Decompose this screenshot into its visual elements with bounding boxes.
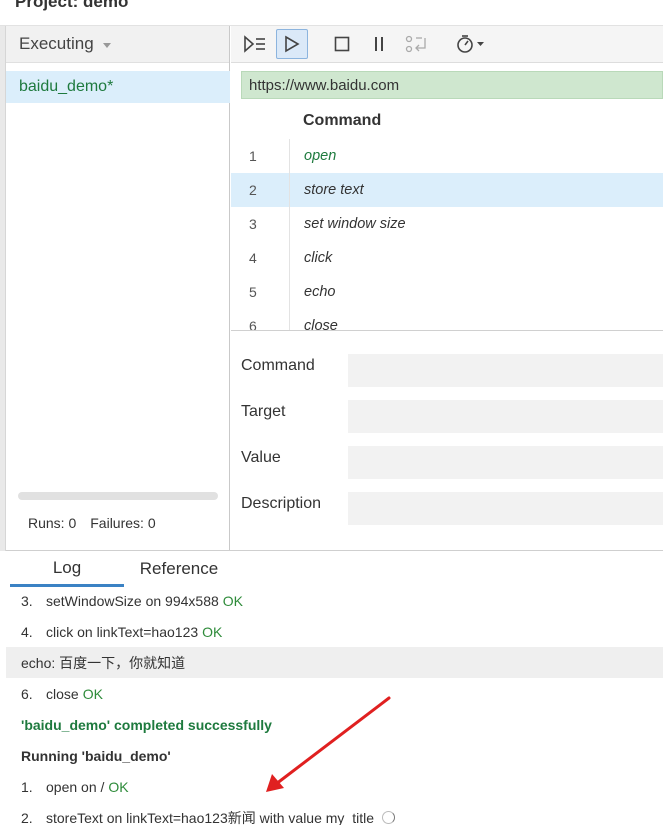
log-entry-text: open on / (46, 778, 105, 795)
step-icon (405, 35, 426, 53)
log-list: 3. setWindowSize on 994x588 OK 4. click … (6, 585, 663, 825)
value-field[interactable] (348, 446, 663, 479)
console-panel: Log Reference 3. setWindowSize on 994x58… (6, 550, 663, 825)
command-row-name: close (304, 318, 338, 330)
command-row[interactable]: 2 store text (231, 173, 663, 207)
suite-dropdown-label: Executing (19, 34, 94, 53)
test-editor: https://www.baidu.com Command 1 open 2 s… (231, 26, 663, 551)
target-field-label: Target (241, 403, 286, 420)
log-success-message: 'baidu_demo' completed successfully (6, 709, 663, 740)
log-entry-status: OK (202, 623, 223, 640)
timer-icon (457, 35, 484, 53)
run-stats: Runs: 0 Failures: 0 (28, 515, 156, 531)
command-row-number: 4 (231, 241, 290, 275)
base-url-input[interactable]: https://www.baidu.com (241, 71, 663, 99)
command-table-divider (231, 330, 663, 331)
stop-icon (334, 36, 350, 52)
log-entry: 4. click on linkText=hao123 OK (6, 616, 663, 647)
run-current-button[interactable] (276, 29, 308, 59)
log-running-message: Running 'baidu_demo' (6, 740, 663, 771)
test-suite-panel: Executing baidu_demo* Runs: 0 Failures: … (6, 26, 230, 551)
tab-reference[interactable]: Reference (124, 551, 234, 587)
suite-dropdown[interactable]: Executing (6, 26, 229, 63)
target-field[interactable] (348, 400, 663, 433)
project-header: Project: demo (0, 0, 663, 26)
suite-scrollbar[interactable] (18, 492, 218, 500)
pause-button[interactable] (363, 29, 395, 59)
log-entry-text: close (46, 685, 79, 702)
log-entry-text: echo: 百度一下，你就知道 (21, 654, 186, 671)
loading-spinner-icon (382, 811, 395, 824)
log-entry-text: storeText on linkText=hao123新闻 with valu… (46, 809, 374, 825)
command-row-name: set window size (304, 216, 406, 232)
log-entry-status: OK (108, 778, 129, 795)
description-field-label: Description (241, 495, 322, 512)
command-row[interactable]: 5 echo (231, 275, 663, 309)
command-row[interactable]: 6 close (231, 309, 663, 330)
log-entry-index: 2. (21, 809, 33, 825)
command-row[interactable]: 3 set window size (231, 207, 663, 241)
command-row-name: store text (304, 182, 364, 198)
log-entry-index: 4. (21, 623, 33, 640)
log-entry: 1. open on / OK (6, 771, 663, 802)
stop-button[interactable] (326, 29, 358, 59)
command-row-number: 6 (231, 309, 290, 330)
log-entry: 2. storeText on linkText=hao123新闻 with v… (6, 802, 663, 825)
log-entry-index: 1. (21, 778, 33, 795)
log-entry-status: OK (82, 685, 103, 702)
console-tabs: Log Reference (10, 551, 234, 587)
log-entry-index: 6. (21, 685, 33, 702)
chevron-down-icon (102, 42, 111, 48)
command-row-name: echo (304, 284, 336, 300)
log-entry-text: 'baidu_demo' completed successfully (21, 716, 272, 733)
command-field[interactable] (348, 354, 663, 387)
project-title: Project: demo (15, 0, 129, 11)
step-over-button[interactable] (400, 29, 432, 59)
command-field-label: Command (241, 357, 315, 374)
runs-count: Runs: 0 (28, 515, 77, 531)
run-all-icon (244, 35, 265, 53)
run-all-button[interactable] (239, 29, 271, 59)
command-row-number: 1 (231, 139, 290, 173)
pause-icon (375, 37, 383, 51)
log-entry-text: click on linkText=hao123 (46, 623, 199, 640)
description-field[interactable] (348, 492, 663, 525)
toolbar (231, 26, 663, 63)
tab-log[interactable]: Log (10, 551, 124, 587)
log-entry-text: setWindowSize on 994x588 (46, 592, 219, 609)
command-row-name: click (304, 250, 333, 266)
run-icon (285, 35, 300, 53)
command-form: Command Target Value Description (231, 346, 663, 530)
log-entry-index: 3. (21, 592, 33, 609)
command-row-number: 2 (231, 173, 290, 207)
log-entry-status: OK (222, 592, 244, 609)
command-row-name: open (304, 148, 337, 164)
value-field-label: Value (241, 449, 281, 466)
log-entry: 6. close OK (6, 678, 663, 709)
command-row-number: 5 (231, 275, 290, 309)
log-entry-text: Running 'baidu_demo' (21, 747, 171, 764)
command-column-header: Command (303, 112, 382, 129)
command-row[interactable]: 4 click (231, 241, 663, 275)
test-item-baidu-demo[interactable]: baidu_demo* (6, 71, 230, 103)
failures-count: Failures: 0 (90, 515, 156, 531)
command-row-number: 3 (231, 207, 290, 241)
command-row[interactable]: 1 open (231, 139, 663, 173)
command-table: 1 open 2 store text 3 set window size 4 … (231, 139, 663, 330)
log-entry: 3. setWindowSize on 994x588 OK (6, 585, 663, 616)
log-echo-entry: echo: 百度一下，你就知道 (6, 647, 663, 678)
speed-dropdown[interactable] (450, 29, 492, 59)
